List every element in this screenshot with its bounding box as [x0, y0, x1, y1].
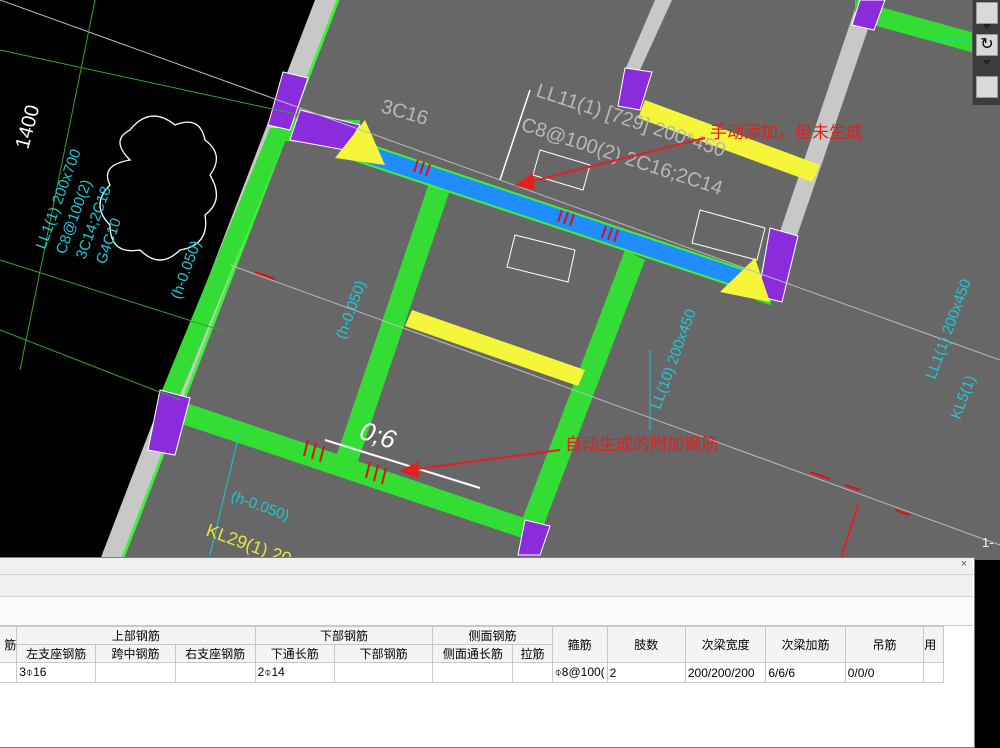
- annotation-manual: 手动添加，但未生成: [710, 123, 863, 142]
- table-header-row: 筋 上部钢筋 下部钢筋 侧面钢筋 箍筋 肢数 次梁宽度 次梁加筋 吊筋 用: [0, 626, 944, 663]
- cell-bottom[interactable]: [333, 662, 434, 683]
- cell-width[interactable]: 200/200/200: [684, 662, 767, 683]
- cell-right-support[interactable]: [174, 662, 256, 683]
- header-legs: 肢数: [606, 626, 686, 663]
- header-col0: 筋: [0, 626, 18, 663]
- close-icon[interactable]: ×: [961, 558, 967, 570]
- cell-legs[interactable]: 2: [606, 662, 686, 683]
- header-side-rebar: 侧面钢筋: [432, 626, 553, 645]
- subheader-bottom: 下部钢筋: [333, 644, 434, 663]
- cell-hanger[interactable]: 0/0/0: [844, 662, 925, 683]
- viewcube-icon[interactable]: [976, 76, 998, 98]
- subheader-tie: 拉筋: [512, 644, 553, 663]
- panel-titlebar: ×: [0, 558, 973, 575]
- header-stirrup: 箍筋: [551, 626, 608, 663]
- cell-left-support[interactable]: 3⌽16: [16, 662, 97, 683]
- rebar-table: 筋 上部钢筋 下部钢筋 侧面钢筋 箍筋 肢数 次梁宽度 次梁加筋 吊筋 用 左支…: [0, 626, 944, 683]
- cell-tie[interactable]: [512, 662, 553, 683]
- cell-col0[interactable]: [0, 662, 18, 683]
- subheader-bottom-through: 下通长筋: [254, 644, 336, 663]
- cell-more[interactable]: [923, 662, 944, 683]
- header-more: 用: [923, 626, 944, 663]
- header-bottom-rebar: 下部钢筋: [254, 626, 434, 645]
- header-secondary-width: 次梁宽度: [684, 626, 767, 663]
- annotation-auto: 自动生成的附加钢筋: [565, 435, 718, 454]
- dropdown-arrow-icon[interactable]: [983, 24, 991, 29]
- cell-bottom-through[interactable]: 2⌽14: [254, 662, 336, 683]
- view-toolbar: ↻: [972, 0, 1000, 105]
- subheader-mid-span: 跨中钢筋: [95, 644, 176, 663]
- side-label: 1-: [982, 535, 994, 550]
- cell-stirrup[interactable]: ⌽8@100(: [551, 662, 608, 683]
- dropdown-arrow-icon[interactable]: [983, 60, 991, 65]
- table-row: 3⌽16 2⌽14 ⌽8@100( 2 200/200/200 6/6/6 0/…: [0, 662, 944, 683]
- panel-toolbar: [0, 575, 973, 597]
- header-top-rebar: 上部钢筋: [16, 626, 256, 645]
- panel-subbar: [0, 597, 973, 626]
- pan-button[interactable]: [976, 2, 998, 24]
- header-hanger: 吊筋: [844, 626, 925, 663]
- dim-1400: 1400: [12, 103, 45, 152]
- rebar-table-panel: × 筋 上部钢筋 下部钢筋 侧面钢筋 箍筋 肢数 次梁宽度 次梁加筋 吊筋 用 …: [0, 557, 975, 748]
- header-secondary-extra: 次梁加筋: [765, 626, 846, 663]
- orbit-icon[interactable]: ↻: [976, 34, 998, 56]
- cell-side-through[interactable]: [432, 662, 514, 683]
- subheader-left-support: 左支座钢筋: [16, 644, 97, 663]
- cell-mid-span[interactable]: [95, 662, 176, 683]
- subheader-side-through: 侧面通长筋: [432, 644, 514, 663]
- cell-extra[interactable]: 6/6/6: [765, 662, 846, 683]
- left-beam-e: (h-0.050): [168, 238, 205, 301]
- subheader-right-support: 右支座钢筋: [174, 644, 256, 663]
